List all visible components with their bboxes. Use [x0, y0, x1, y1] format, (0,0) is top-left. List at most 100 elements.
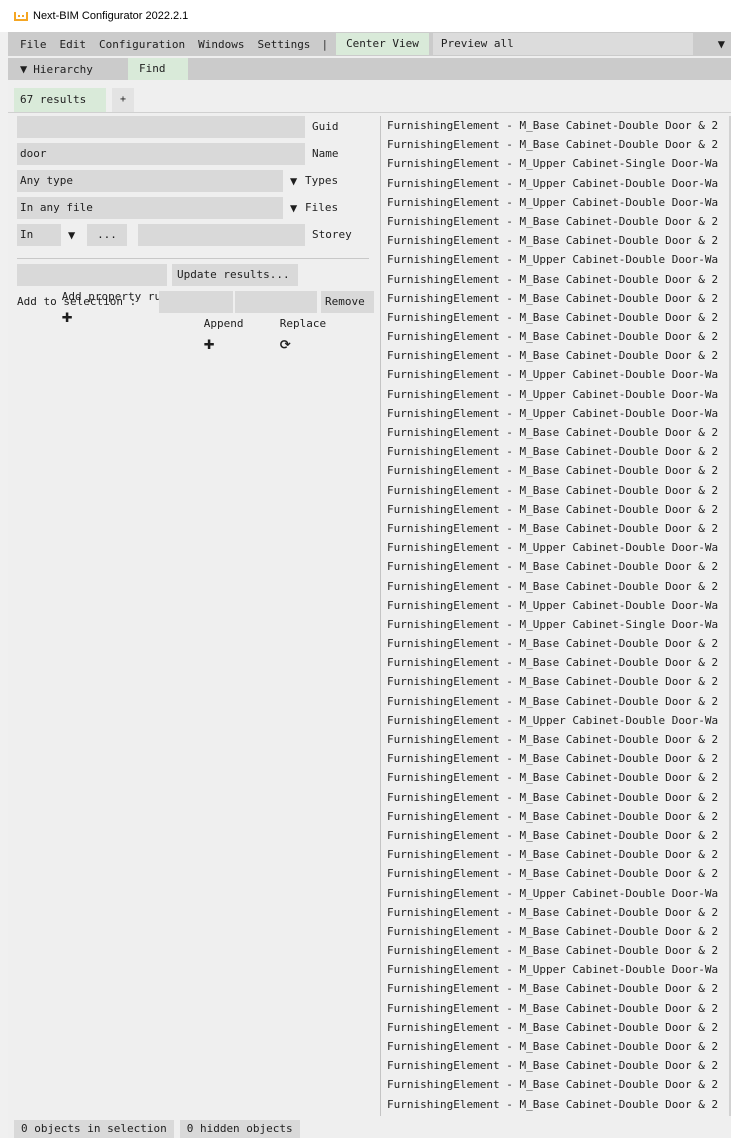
result-item[interactable]: FurnishingElement - M_Base Cabinet-Doubl… — [387, 212, 718, 231]
result-item[interactable]: FurnishingElement - M_Base Cabinet-Doubl… — [387, 807, 718, 826]
result-item[interactable]: FurnishingElement - M_Base Cabinet-Doubl… — [387, 1037, 718, 1056]
append-label: Append — [203, 317, 244, 330]
result-item[interactable]: FurnishingElement - M_Base Cabinet-Doubl… — [387, 116, 718, 135]
result-item[interactable]: FurnishingElement - M_Base Cabinet-Doubl… — [387, 231, 718, 250]
result-item[interactable]: FurnishingElement - M_Base Cabinet-Doubl… — [387, 135, 718, 154]
results-tabs: 67 results + — [8, 86, 731, 112]
result-item[interactable]: FurnishingElement - M_Base Cabinet-Doubl… — [387, 519, 718, 538]
menu-settings[interactable]: Settings — [257, 38, 319, 51]
tab-results[interactable]: 67 results — [14, 88, 106, 112]
result-item[interactable]: FurnishingElement - M_Base Cabinet-Doubl… — [387, 749, 718, 768]
result-item[interactable]: FurnishingElement - M_Base Cabinet-Doubl… — [387, 500, 718, 519]
result-item[interactable]: FurnishingElement - M_Base Cabinet-Doubl… — [387, 346, 718, 365]
result-item[interactable]: FurnishingElement - M_Upper Cabinet-Doub… — [387, 884, 718, 903]
result-item[interactable]: FurnishingElement - M_Base Cabinet-Doubl… — [387, 845, 718, 864]
result-item[interactable]: FurnishingElement - M_Upper Cabinet-Doub… — [387, 404, 718, 423]
menu-edit[interactable]: Edit — [60, 38, 96, 51]
find-tab[interactable]: Find — [128, 58, 188, 80]
result-item[interactable]: FurnishingElement - M_Upper Cabinet-Doub… — [387, 960, 718, 979]
result-item[interactable]: FurnishingElement - M_Base Cabinet-Doubl… — [387, 327, 718, 346]
tab-divider — [8, 112, 731, 113]
storey-browse-button[interactable]: ... — [87, 224, 127, 246]
panel-toolbar: ▼ Hierarchy Find — [8, 58, 731, 80]
result-item[interactable]: FurnishingElement - M_Base Cabinet-Doubl… — [387, 557, 718, 576]
result-item[interactable]: FurnishingElement - M_Base Cabinet-Doubl… — [387, 270, 718, 289]
result-item[interactable]: FurnishingElement - M_Base Cabinet-Doubl… — [387, 423, 718, 442]
result-item[interactable]: FurnishingElement - M_Base Cabinet-Doubl… — [387, 922, 718, 941]
menu-bar: File Edit Configuration Windows Settings… — [8, 32, 731, 56]
menu-configuration[interactable]: Configuration — [99, 38, 194, 51]
status-bar: 0 objects in selection 0 hidden objects — [8, 1117, 731, 1138]
result-item[interactable]: FurnishingElement - M_Base Cabinet-Doubl… — [387, 289, 718, 308]
center-view-button[interactable]: Center View — [336, 33, 429, 55]
add-to-selection-label: Add to selection : — [17, 295, 137, 308]
dropdown-arrow-icon[interactable]: ▼ — [290, 170, 297, 192]
result-item[interactable]: FurnishingElement - M_Upper Cabinet-Doub… — [387, 193, 718, 212]
storey-input[interactable] — [138, 224, 305, 246]
storey-mode-select[interactable]: In — [17, 224, 61, 246]
guid-label: Guid — [312, 120, 339, 133]
add-tab-button[interactable]: + — [112, 88, 134, 112]
types-select[interactable]: Any type — [17, 170, 283, 192]
result-item[interactable]: FurnishingElement - M_Base Cabinet-Doubl… — [387, 481, 718, 500]
dropdown-arrow-icon[interactable]: ▼ — [68, 224, 75, 246]
update-results-button[interactable]: Update results... — [172, 264, 298, 286]
result-item[interactable]: FurnishingElement - M_Base Cabinet-Doubl… — [387, 1056, 718, 1075]
name-label: Name — [312, 147, 339, 160]
menu-file[interactable]: File — [20, 38, 56, 51]
find-filters-panel: Guid door Name Any type ▼ Types In any f… — [8, 116, 374, 1116]
result-item[interactable]: FurnishingElement - M_Base Cabinet-Doubl… — [387, 634, 718, 653]
result-item[interactable]: FurnishingElement - M_Upper Cabinet-Doub… — [387, 250, 718, 269]
result-item[interactable]: FurnishingElement - M_Upper Cabinet-Doub… — [387, 538, 718, 557]
result-item[interactable]: FurnishingElement - M_Base Cabinet-Doubl… — [387, 308, 718, 327]
result-item[interactable]: FurnishingElement - M_Upper Cabinet-Doub… — [387, 365, 718, 384]
result-item[interactable]: FurnishingElement - M_Upper Cabinet-Sing… — [387, 154, 718, 173]
files-select[interactable]: In any file — [17, 197, 283, 219]
result-item[interactable]: FurnishingElement - M_Base Cabinet-Doubl… — [387, 577, 718, 596]
preview-select[interactable]: Preview all ▼ — [432, 33, 725, 55]
result-item[interactable]: FurnishingElement - M_Base Cabinet-Doubl… — [387, 692, 718, 711]
replace-label: Replace — [279, 317, 327, 330]
result-item[interactable]: FurnishingElement - M_Base Cabinet-Doubl… — [387, 826, 718, 845]
result-item[interactable]: FurnishingElement - M_Upper Cabinet-Doub… — [387, 385, 718, 404]
window-title: Next-BIM Configurator 2022.2.1 — [33, 10, 189, 22]
files-label: Files — [305, 201, 339, 214]
result-item[interactable]: FurnishingElement - M_Base Cabinet-Doubl… — [387, 941, 718, 960]
result-item[interactable]: FurnishingElement - M_Upper Cabinet-Doub… — [387, 596, 718, 615]
result-item[interactable]: FurnishingElement - M_Base Cabinet-Doubl… — [387, 864, 718, 883]
name-input[interactable]: door — [17, 143, 305, 165]
result-item[interactable]: FurnishingElement - M_Base Cabinet-Doubl… — [387, 1095, 718, 1114]
result-item[interactable]: FurnishingElement - M_Base Cabinet-Doubl… — [387, 461, 718, 480]
hierarchy-toggle[interactable]: ▼ Hierarchy — [8, 58, 128, 80]
replace-button[interactable]: Replace ⟳ — [235, 291, 326, 353]
result-item[interactable]: FurnishingElement - M_Base Cabinet-Doubl… — [387, 442, 718, 461]
menu-separator: | — [321, 37, 329, 51]
hidden-count: 0 hidden objects — [179, 1120, 300, 1138]
result-item[interactable]: FurnishingElement - M_Base Cabinet-Doubl… — [387, 903, 718, 922]
guid-input[interactable] — [17, 116, 305, 138]
logo-icon — [14, 12, 28, 21]
result-item[interactable]: FurnishingElement - M_Base Cabinet-Doubl… — [387, 979, 718, 998]
results-list: FurnishingElement - M_Base Cabinet-Doubl… — [387, 116, 718, 1114]
dropdown-arrow-icon[interactable]: ▼ — [290, 197, 297, 219]
result-item[interactable]: FurnishingElement - M_Upper Cabinet-Doub… — [387, 174, 718, 193]
result-item[interactable]: FurnishingElement - M_Upper Cabinet-Doub… — [387, 711, 718, 730]
hierarchy-label: Hierarchy — [33, 62, 93, 76]
filters-divider — [17, 258, 369, 259]
window-titlebar: Next-BIM Configurator 2022.2.1 — [0, 0, 731, 32]
result-item[interactable]: FurnishingElement - M_Base Cabinet-Doubl… — [387, 1018, 718, 1037]
result-item[interactable]: FurnishingElement - M_Base Cabinet-Doubl… — [387, 653, 718, 672]
plus-icon: ✚ — [203, 338, 215, 353]
result-item[interactable]: FurnishingElement - M_Base Cabinet-Doubl… — [387, 999, 718, 1018]
add-property-rule-button[interactable]: Add property rule ✚ — [17, 264, 174, 326]
remove-button[interactable]: Remove — [321, 291, 374, 313]
result-item[interactable]: FurnishingElement - M_Upper Cabinet-Sing… — [387, 615, 718, 634]
result-item[interactable]: FurnishingElement - M_Base Cabinet-Doubl… — [387, 672, 718, 691]
result-item[interactable]: FurnishingElement - M_Base Cabinet-Doubl… — [387, 730, 718, 749]
result-item[interactable]: FurnishingElement - M_Base Cabinet-Doubl… — [387, 1075, 718, 1094]
append-button[interactable]: Append ✚ — [159, 291, 244, 353]
menu-windows[interactable]: Windows — [198, 38, 253, 51]
result-item[interactable]: FurnishingElement - M_Base Cabinet-Doubl… — [387, 788, 718, 807]
plus-icon: ✚ — [61, 311, 73, 326]
result-item[interactable]: FurnishingElement - M_Base Cabinet-Doubl… — [387, 768, 718, 787]
